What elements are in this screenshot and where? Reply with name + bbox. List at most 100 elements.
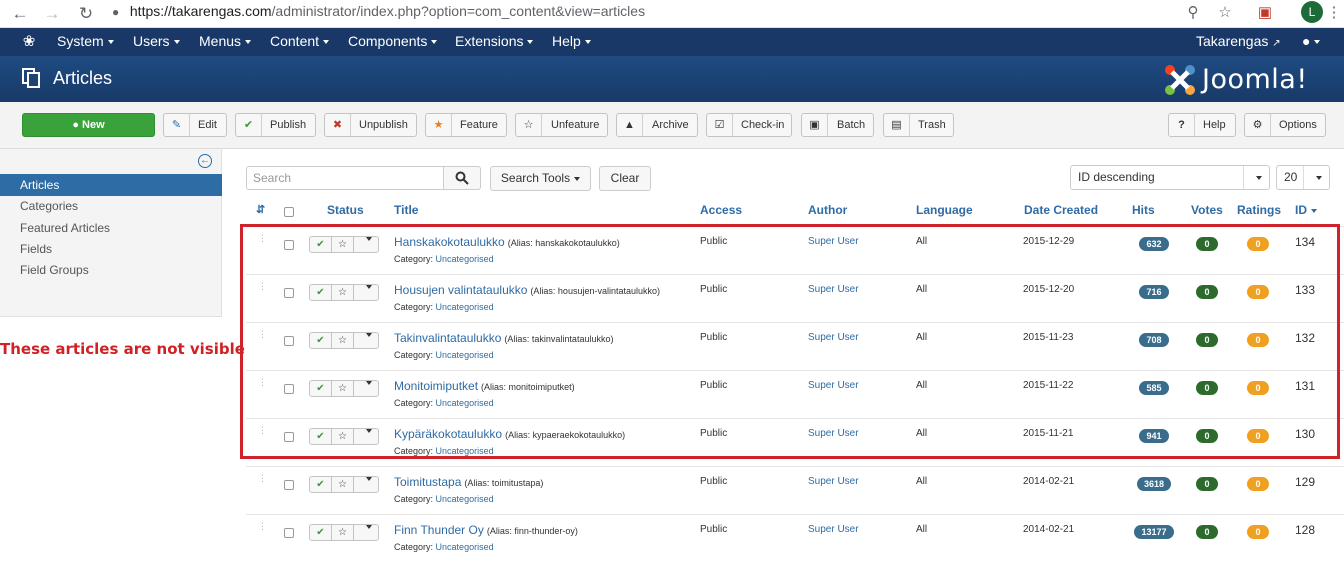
col-id-label: ID [1295, 203, 1307, 217]
actions-dropdown-icon[interactable] [354, 525, 378, 540]
lock-icon: ● [112, 5, 120, 19]
back-icon[interactable]: ← [10, 4, 30, 24]
clear-button[interactable]: Clear [599, 166, 651, 191]
sidebar-item-categories[interactable]: Categories [0, 195, 222, 217]
published-check-icon[interactable]: ✔ [310, 525, 332, 540]
article-title-link[interactable]: Finn Thunder Oy [394, 523, 484, 537]
search-tools-button[interactable]: Search Tools [490, 166, 591, 191]
profile-avatar[interactable]: L [1301, 1, 1323, 23]
search-icon [455, 171, 469, 185]
joomla-small-icon[interactable]: ❀ [20, 33, 38, 51]
drag-handle-icon[interactable]: ⋮ [258, 522, 267, 536]
menu-help[interactable]: Help [552, 28, 591, 56]
menu-extensions[interactable]: Extensions [455, 28, 534, 56]
browser-menu-icon[interactable]: ⋮ [1324, 3, 1344, 23]
author-link[interactable]: Super User [808, 475, 859, 489]
id-value: 129 [1295, 475, 1316, 489]
author-link[interactable]: Super User [808, 523, 859, 537]
col-access[interactable]: Access [700, 202, 742, 218]
trash-button[interactable]: ▤ Trash [883, 113, 954, 137]
col-date-created[interactable]: Date Created [1024, 202, 1098, 218]
user-icon: ● [1302, 33, 1311, 49]
menu-components[interactable]: Components [348, 28, 438, 56]
search-button[interactable] [443, 166, 481, 190]
question-icon: ? [1169, 114, 1195, 136]
sidebar-item-fields[interactable]: Fields [0, 238, 222, 260]
col-votes[interactable]: Votes [1191, 202, 1223, 218]
col-id[interactable]: ID [1295, 202, 1317, 218]
options-button[interactable]: ⚙ Options [1244, 113, 1326, 137]
forward-icon[interactable]: → [42, 4, 62, 24]
actions-dropdown-icon[interactable] [354, 477, 378, 492]
ordering-select[interactable]: ID descending [1070, 165, 1270, 190]
admin-menu-bar: ❀ System Users Menus Content Components … [0, 28, 1344, 56]
chevron-down-icon [527, 40, 534, 45]
select-all-checkbox[interactable] [284, 207, 294, 217]
batch-button[interactable]: ▣ Batch [801, 113, 874, 137]
unpublish-icon: ✖ [325, 114, 351, 136]
menu-label: Components [348, 33, 428, 49]
category-link[interactable]: Uncategorised [436, 494, 494, 504]
featured-star-icon[interactable]: ☆ [332, 525, 354, 540]
extension-icon[interactable]: ▣ [1255, 3, 1275, 23]
new-button[interactable]: ● New [22, 113, 155, 137]
help-button[interactable]: ? Help [1168, 113, 1236, 137]
sidebar-item-articles[interactable]: Articles [0, 174, 222, 196]
limit-select[interactable]: 20 [1276, 165, 1330, 190]
site-name-link[interactable]: Takarengas ↗ [1196, 28, 1281, 56]
row-checkbox[interactable] [284, 528, 294, 538]
col-status[interactable]: Status [327, 202, 364, 218]
chevron-down-icon [245, 40, 252, 45]
zoom-icon[interactable]: ⚲ [1183, 3, 1203, 23]
published-check-icon[interactable]: ✔ [310, 477, 332, 492]
row-checkbox[interactable] [284, 480, 294, 490]
col-ratings[interactable]: Ratings [1237, 202, 1281, 218]
sidebar-item-featured-articles[interactable]: Featured Articles [0, 217, 222, 239]
copy-icon [22, 68, 40, 88]
edit-button[interactable]: ✎ Edit [163, 113, 227, 137]
article-category: Category: Uncategorised [394, 541, 494, 553]
menu-content[interactable]: Content [270, 28, 330, 56]
feature-button[interactable]: ★ Feature [425, 113, 507, 137]
chevron-down-icon [574, 176, 581, 181]
reload-icon[interactable]: ↻ [76, 4, 96, 24]
date-created-value: 2014-02-21 [1023, 476, 1075, 487]
sort-ordering-icon[interactable]: ⇵ [256, 202, 265, 218]
menu-menus[interactable]: Menus [199, 28, 252, 56]
access-value: Public [700, 524, 728, 535]
browser-bar: ← → ↻ ● https://takarengas.com/administr… [0, 0, 1344, 28]
menu-users[interactable]: Users [133, 28, 180, 56]
collapse-sidebar-icon[interactable]: ← [198, 154, 212, 168]
search-input[interactable]: Search [246, 166, 444, 190]
col-title[interactable]: Title [394, 202, 418, 218]
menu-system[interactable]: System [57, 28, 114, 56]
drag-handle-icon[interactable]: ⋮ [258, 474, 267, 488]
address-bar[interactable]: ● https://takarengas.com/administrator/i… [112, 1, 645, 23]
table-row: ⋮ ✔ ☆ Finn Thunder Oy (Alias: finn-thunder-o… [246, 514, 1344, 562]
publish-button[interactable]: ✔ Publish [235, 113, 316, 137]
access-value: Public [700, 476, 728, 487]
category-link[interactable]: Uncategorised [436, 542, 494, 552]
unfeature-button[interactable]: ☆ Unfeature [515, 113, 608, 137]
id-value: 128 [1295, 523, 1316, 537]
checkin-button[interactable]: ☑ Check-in [706, 113, 792, 137]
unpublish-button[interactable]: ✖ Unpublish [324, 113, 417, 137]
joomla-logo-icon [1165, 65, 1195, 95]
article-title-link[interactable]: Toimitustapa [394, 475, 461, 489]
chevron-down-icon [431, 40, 438, 45]
batch-icon: ▣ [802, 114, 828, 136]
star-empty-icon: ☆ [516, 114, 542, 136]
sidebar-item-field-groups[interactable]: Field Groups [0, 259, 222, 281]
user-menu[interactable]: ● [1302, 28, 1321, 56]
chevron-down-icon [1303, 166, 1329, 189]
featured-star-icon[interactable]: ☆ [332, 477, 354, 492]
page-header: Articles [0, 56, 1344, 102]
col-language[interactable]: Language [916, 202, 973, 218]
col-hits[interactable]: Hits [1132, 202, 1155, 218]
bookmark-star-icon[interactable]: ☆ [1215, 3, 1235, 23]
chevron-down-icon [173, 40, 180, 45]
chevron-down-icon [584, 40, 591, 45]
archive-button[interactable]: ▲ Archive [616, 113, 698, 137]
col-author[interactable]: Author [808, 202, 847, 218]
url-domain: https://takarengas.com [129, 3, 272, 19]
